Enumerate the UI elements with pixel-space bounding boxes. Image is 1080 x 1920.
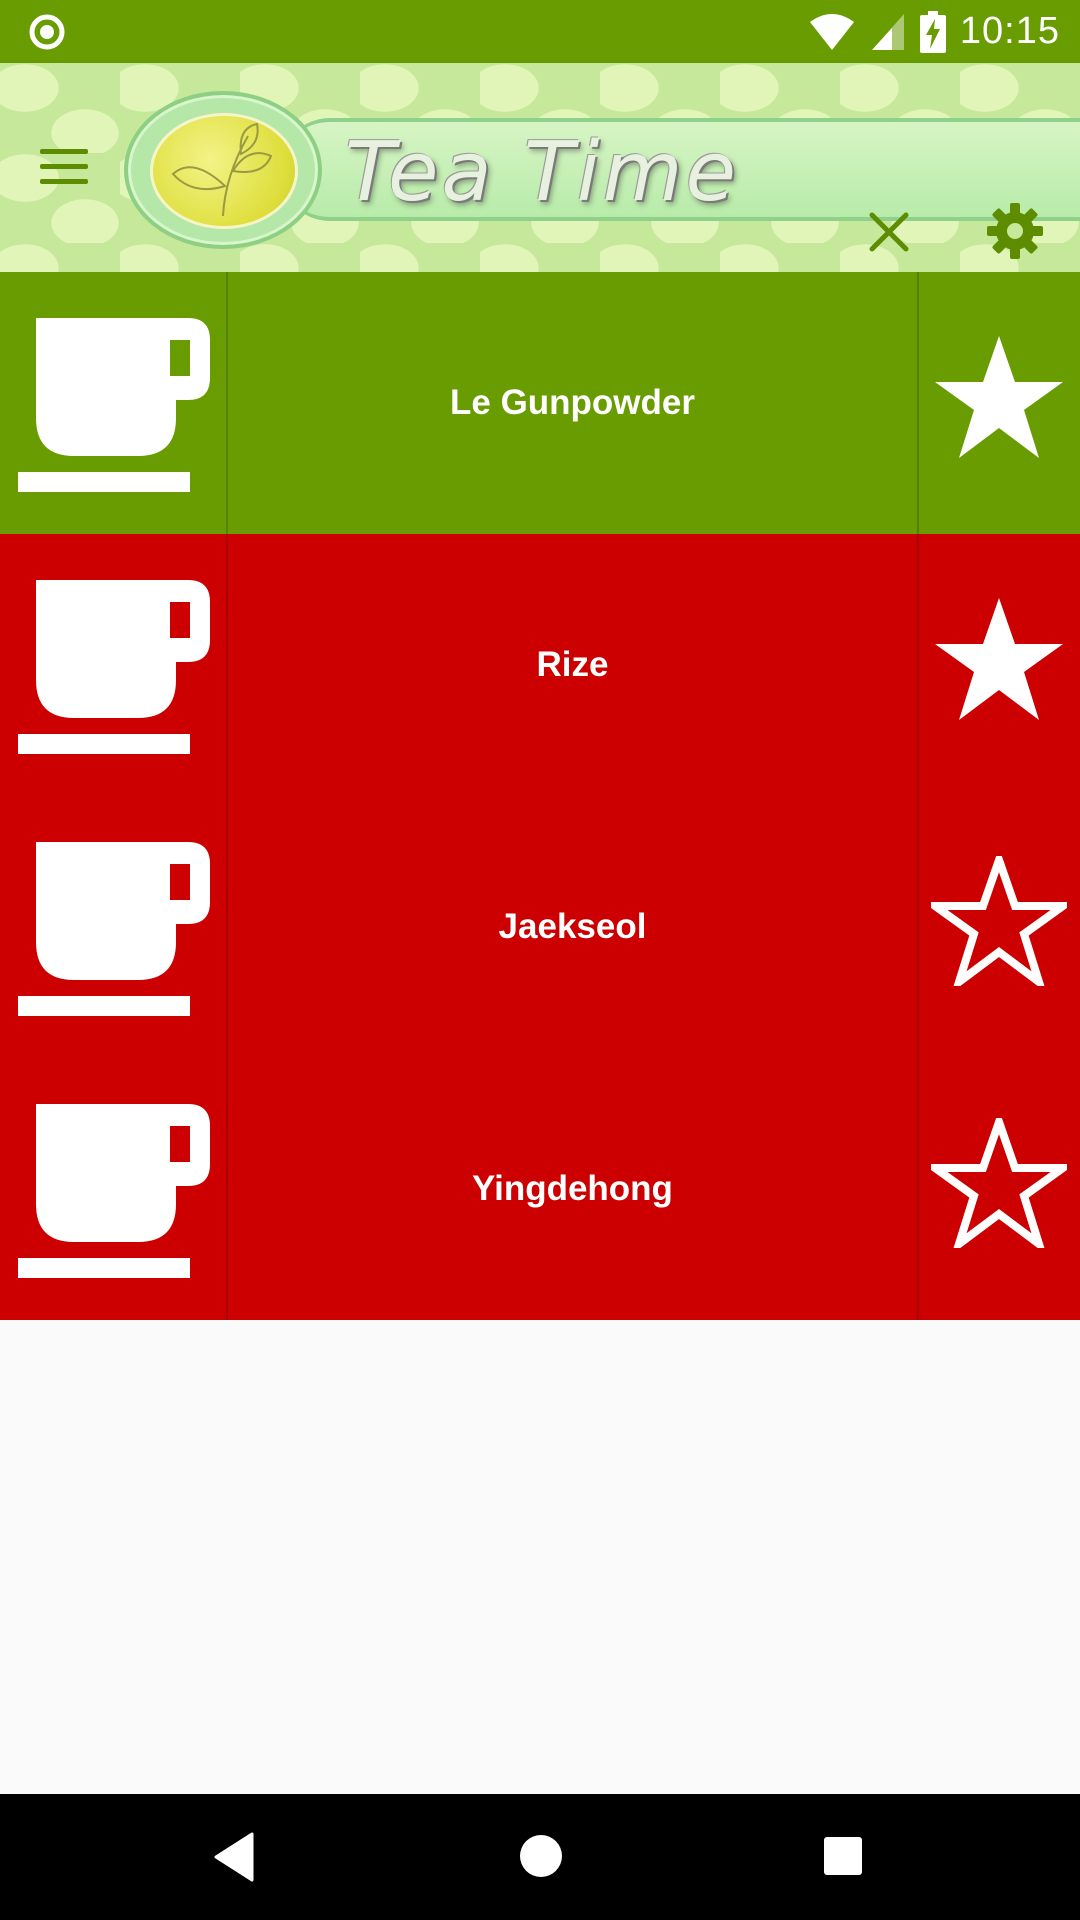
app-bar: Tea Time	[0, 63, 1080, 272]
star-filled-icon	[935, 336, 1063, 458]
tea-cup-icon	[18, 1104, 210, 1278]
tea-cup-icon	[18, 842, 210, 1016]
tea-cup-cell[interactable]	[0, 796, 228, 1058]
favorite-toggle[interactable]	[917, 272, 1080, 534]
status-time: 10:15	[959, 10, 1060, 52]
tea-name[interactable]: Le Gunpowder	[228, 272, 917, 534]
navigation-bar	[0, 1794, 1080, 1920]
star-outline-icon	[931, 856, 1067, 986]
favorite-toggle[interactable]	[917, 534, 1080, 796]
favorite-toggle[interactable]	[917, 796, 1080, 1058]
status-bar: 10:15	[0, 0, 1080, 63]
star-outline-icon	[931, 1118, 1067, 1248]
favorite-toggle[interactable]	[917, 1058, 1080, 1320]
back-icon[interactable]	[212, 1832, 256, 1882]
tea-leaf-logo-icon	[124, 91, 322, 249]
tea-list-item[interactable]: Jaekseol	[0, 796, 1080, 1058]
close-icon[interactable]	[866, 209, 912, 255]
tea-cup-icon	[18, 318, 210, 492]
tea-name[interactable]: Jaekseol	[228, 796, 917, 1058]
tea-cup-cell[interactable]	[0, 1058, 228, 1320]
tea-cup-icon	[18, 580, 210, 754]
app-title: Tea Time	[345, 125, 739, 220]
gear-icon[interactable]	[985, 201, 1045, 261]
tea-cup-cell[interactable]	[0, 272, 228, 534]
star-filled-icon	[935, 598, 1063, 720]
tea-list-item[interactable]: Rize	[0, 534, 1080, 796]
tea-cup-cell[interactable]	[0, 534, 228, 796]
tea-list-item[interactable]: Le Gunpowder	[0, 272, 1080, 534]
recents-icon[interactable]	[823, 1836, 863, 1876]
wifi-icon	[809, 13, 854, 50]
cellular-signal-icon	[871, 13, 904, 50]
tea-list-item[interactable]: Yingdehong	[0, 1058, 1080, 1320]
tea-name[interactable]: Yingdehong	[228, 1058, 917, 1320]
home-icon[interactable]	[519, 1834, 563, 1878]
tea-list: Le Gunpowder Rize Jaekseol Yingdehong	[0, 272, 1080, 1320]
sync-circle-icon	[29, 14, 65, 50]
tea-name[interactable]: Rize	[228, 534, 917, 796]
hamburger-menu-icon[interactable]	[40, 149, 100, 189]
battery-charging-icon	[919, 10, 946, 53]
